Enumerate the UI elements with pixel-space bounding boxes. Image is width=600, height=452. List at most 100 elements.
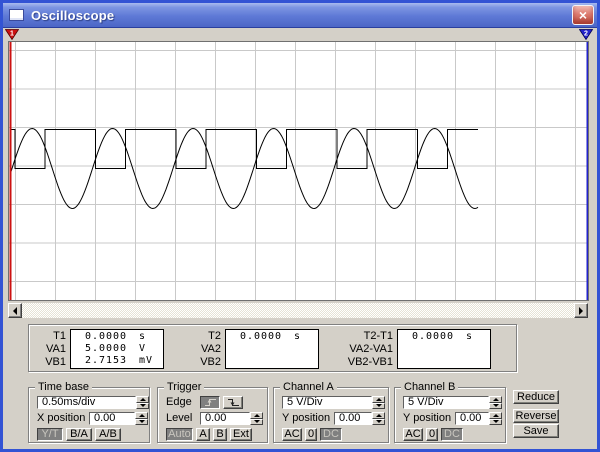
spinner-down-icon[interactable] bbox=[372, 402, 385, 409]
spinner-down-icon[interactable] bbox=[372, 418, 385, 425]
va1-unit: V bbox=[139, 343, 147, 354]
readout-box-cursor1: 0.0000 s 5.0000 V 2.7153 mV bbox=[70, 329, 164, 369]
trigger-b-button[interactable]: B bbox=[213, 428, 227, 441]
channel-a-title: Channel A bbox=[280, 381, 337, 393]
channel-b-trace bbox=[9, 127, 479, 210]
channel-a-y-position-spinner[interactable] bbox=[372, 412, 385, 425]
channel-b-scale-field[interactable]: 5 V/Div bbox=[403, 396, 489, 409]
channel-b-title: Channel B bbox=[401, 381, 459, 393]
channel-a-zero-button[interactable]: 0 bbox=[305, 428, 317, 441]
yt-mode-button[interactable]: Y/T bbox=[37, 428, 63, 441]
trigger-auto-button[interactable]: Auto bbox=[166, 428, 193, 441]
spinner-down-icon[interactable] bbox=[250, 418, 263, 425]
channel-b-y-position-spinner[interactable] bbox=[489, 412, 502, 425]
channel-a-scale-field[interactable]: 5 V/Div bbox=[282, 396, 372, 409]
t2t1-unit: s bbox=[466, 331, 474, 342]
cursor-1-marker[interactable]: 1 bbox=[5, 29, 19, 40]
x-position-spinner[interactable] bbox=[135, 412, 148, 425]
va1-value: 5.0000 bbox=[84, 343, 128, 354]
readout-delta: T2-T1 VA2-VA1 VB2-VB1 0.0000 s bbox=[341, 329, 491, 369]
ba-mode-button[interactable]: B/A bbox=[66, 428, 92, 441]
svg-text:2: 2 bbox=[584, 31, 588, 38]
save-button[interactable]: Save bbox=[513, 424, 559, 438]
channel-b-group: Channel B 5 V/Div Y position 0.00 AC 0 D… bbox=[394, 381, 506, 443]
channel-a-trace bbox=[11, 129, 478, 169]
falling-edge-icon bbox=[227, 399, 239, 406]
vb1-value: 2.7153 bbox=[84, 355, 128, 366]
spinner-down-icon[interactable] bbox=[135, 418, 148, 425]
label-va2: VA2 bbox=[201, 343, 221, 355]
channel-b-scale-spinner[interactable] bbox=[489, 396, 502, 409]
cursor-2-marker[interactable]: 2 bbox=[579, 29, 593, 40]
label-t2-t1: T2-T1 bbox=[363, 330, 393, 342]
channel-b-y-position-label: Y position bbox=[403, 412, 452, 424]
scroll-right-icon bbox=[579, 306, 583, 315]
label-t1: T1 bbox=[53, 330, 66, 342]
spinner-down-icon[interactable] bbox=[489, 402, 502, 409]
trigger-group: Trigger Edge Level 0.00 Auto A B Ext bbox=[157, 381, 268, 443]
trigger-level-field[interactable]: 0.00 bbox=[200, 412, 250, 425]
trigger-falling-edge-button[interactable] bbox=[223, 396, 243, 409]
scroll-left-button[interactable] bbox=[8, 303, 22, 318]
channel-b-dc-button[interactable]: DC bbox=[441, 428, 463, 441]
t1-unit: s bbox=[139, 331, 147, 342]
window-title: Oscilloscope bbox=[31, 7, 115, 23]
channel-b-zero-button[interactable]: 0 bbox=[426, 428, 438, 441]
readout-box-delta: 0.0000 s bbox=[397, 329, 491, 369]
channel-a-ac-button[interactable]: AC bbox=[282, 428, 302, 441]
timebase-scale-spinner[interactable] bbox=[136, 396, 149, 409]
channel-a-scale-spinner[interactable] bbox=[372, 396, 385, 409]
trigger-title: Trigger bbox=[164, 381, 205, 393]
edge-label: Edge bbox=[166, 396, 192, 408]
window-icon bbox=[9, 9, 24, 21]
t2-unit: s bbox=[294, 331, 302, 342]
channel-a-dc-button[interactable]: DC bbox=[320, 428, 342, 441]
title-bar[interactable]: Oscilloscope × bbox=[3, 3, 597, 28]
timebase-title: Time base bbox=[35, 381, 92, 393]
t2-value: 0.0000 bbox=[239, 331, 283, 342]
readout-cursor2: T2 VA2 VB2 0.0000 s bbox=[169, 329, 319, 369]
spinner-down-icon[interactable] bbox=[489, 418, 502, 425]
spinner-down-icon[interactable] bbox=[136, 402, 149, 409]
channel-a-y-position-label: Y position bbox=[282, 412, 331, 424]
readout-cursor1: T1 VA1 VB1 0.0000 s 5.0000 V 2.7153 mV bbox=[37, 329, 164, 369]
label-vb2: VB2 bbox=[200, 356, 221, 368]
t1-value: 0.0000 bbox=[84, 331, 128, 342]
vb1-unit: mV bbox=[139, 355, 154, 366]
channel-a-y-position-field[interactable]: 0.00 bbox=[334, 412, 372, 425]
trigger-level-spinner[interactable] bbox=[250, 412, 263, 425]
label-va1: VA1 bbox=[46, 343, 66, 355]
trigger-a-button[interactable]: A bbox=[196, 428, 210, 441]
label-t2: T2 bbox=[208, 330, 221, 342]
channel-b-ac-button[interactable]: AC bbox=[403, 428, 423, 441]
label-vb1: VB1 bbox=[45, 356, 66, 368]
trigger-rising-edge-button[interactable] bbox=[200, 396, 220, 409]
scroll-right-button[interactable] bbox=[574, 303, 588, 318]
scrollbar-track[interactable] bbox=[22, 303, 574, 318]
svg-text:1: 1 bbox=[10, 31, 14, 38]
trigger-ext-button[interactable]: Ext bbox=[230, 428, 252, 441]
reverse-button[interactable]: Reverse bbox=[513, 409, 559, 423]
channel-a-group: Channel A 5 V/Div Y position 0.00 AC 0 D… bbox=[273, 381, 389, 443]
waveform-display[interactable] bbox=[8, 41, 589, 301]
timebase-scale-field[interactable]: 0.50ms/div bbox=[37, 396, 136, 409]
oscilloscope-window: Oscilloscope × 1 2 T1 VA1 VB1 0.0000 s 5… bbox=[0, 0, 600, 452]
channel-b-y-position-field[interactable]: 0.00 bbox=[455, 412, 489, 425]
level-label: Level bbox=[166, 412, 193, 424]
scope-traces bbox=[9, 42, 588, 300]
reduce-button[interactable]: Reduce bbox=[513, 390, 559, 404]
readout-box-cursor2: 0.0000 s bbox=[225, 329, 319, 369]
x-position-field[interactable]: 0.00 bbox=[89, 412, 135, 425]
ab-mode-button[interactable]: A/B bbox=[95, 428, 121, 441]
label-vb2-vb1: VB2-VB1 bbox=[347, 356, 393, 368]
label-va2-va1: VA2-VA1 bbox=[349, 343, 393, 355]
t2t1-value: 0.0000 bbox=[411, 331, 455, 342]
close-button[interactable]: × bbox=[572, 5, 594, 25]
scroll-left-icon bbox=[13, 306, 17, 315]
x-position-label: X position bbox=[37, 412, 86, 424]
timebase-group: Time base 0.50ms/div X position 0.00 Y/T… bbox=[28, 381, 150, 443]
readout-panel: T1 VA1 VB1 0.0000 s 5.0000 V 2.7153 mV T2 V… bbox=[28, 324, 517, 372]
horizontal-scrollbar[interactable] bbox=[8, 303, 588, 318]
rising-edge-icon bbox=[204, 399, 216, 406]
cursor-marker-strip: 1 2 bbox=[3, 28, 597, 41]
